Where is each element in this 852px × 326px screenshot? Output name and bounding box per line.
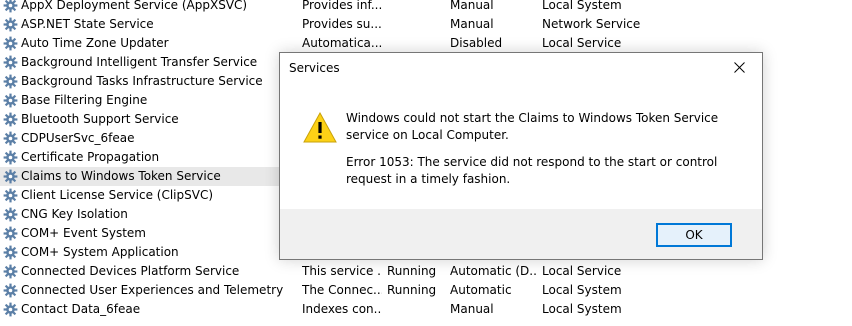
service-log-on-as: Local System	[542, 0, 622, 12]
gear-icon	[3, 74, 18, 89]
gear-icon	[3, 93, 18, 108]
service-description: Provides su...	[302, 17, 382, 31]
service-description: Provides inf...	[302, 0, 382, 12]
close-button[interactable]	[718, 53, 762, 84]
service-description: The Connec...	[302, 283, 382, 297]
service-status: Running	[387, 283, 437, 297]
service-startup-type: Manual	[450, 302, 494, 316]
service-name: Contact Data_6feae	[21, 302, 141, 316]
gear-icon	[3, 188, 18, 203]
service-log-on-as: Local System	[542, 283, 622, 297]
gear-icon	[3, 17, 18, 32]
service-name: Auto Time Zone Updater	[21, 36, 169, 50]
service-startup-type: Automatic	[450, 283, 512, 297]
service-row[interactable]: ASP.NET State Service Provides su... Manua…	[0, 15, 852, 34]
service-name: COM+ Event System	[21, 226, 146, 240]
service-row[interactable]: Connected Devices Platform Service This s…	[0, 262, 852, 281]
service-row[interactable]: Contact Data_6feae Indexes con... Manual Lo…	[0, 300, 852, 319]
gear-icon	[3, 36, 18, 51]
dialog-titlebar[interactable]: Services	[280, 53, 762, 84]
service-log-on-as: Local Service	[542, 36, 622, 50]
gear-icon	[3, 112, 18, 127]
gear-icon	[3, 55, 18, 70]
gear-icon	[3, 245, 18, 260]
service-name: Certificate Propagation	[21, 150, 160, 164]
service-startup-type: Manual	[450, 0, 494, 12]
service-log-on-as: Local Service	[542, 264, 622, 278]
service-name: Background Tasks Infrastructure Service	[21, 74, 263, 88]
service-name: Bluetooth Support Service	[21, 112, 179, 126]
service-description: Indexes con...	[302, 302, 382, 316]
service-name: COM+ System Application	[21, 245, 179, 259]
gear-icon	[3, 283, 18, 298]
gear-icon	[3, 226, 18, 241]
gear-icon	[3, 264, 18, 279]
service-name: Base Filtering Engine	[21, 93, 148, 107]
service-name: CDPUserSvc_6feae	[21, 131, 135, 145]
service-startup-type: Automatic (D...	[450, 264, 536, 278]
service-name: CNG Key Isolation	[21, 207, 128, 221]
gear-icon	[3, 207, 18, 222]
service-row[interactable]: Connected User Experiences and Telemetry…	[0, 281, 852, 300]
dialog-title: Services	[289, 61, 340, 75]
dialog-footer: OK	[280, 209, 762, 259]
warning-icon	[303, 112, 337, 143]
gear-icon	[3, 169, 18, 184]
service-log-on-as: Network Service	[542, 17, 641, 31]
gear-icon	[3, 0, 18, 13]
service-name: AppX Deployment Service (AppXSVC)	[21, 0, 248, 12]
service-name: Client License Service (ClipSVC)	[21, 188, 214, 202]
gear-icon	[3, 131, 18, 146]
dialog-error-text: Error 1053: The service did not respond …	[346, 155, 718, 186]
close-icon	[734, 62, 745, 73]
gear-icon	[3, 302, 18, 317]
service-log-on-as: Local System	[542, 302, 622, 316]
service-description: Automatica...	[302, 36, 382, 50]
service-name: Connected Devices Platform Service	[21, 264, 240, 278]
service-row[interactable]: AppX Deployment Service (AppXSVC) Provide…	[0, 0, 852, 15]
service-startup-type: Manual	[450, 17, 494, 31]
service-name: Connected User Experiences and Telemetry	[21, 283, 284, 297]
error-dialog: Services Windows could not start the Cla…	[279, 52, 763, 260]
service-row[interactable]: Auto Time Zone Updater Automatica... Disab…	[0, 34, 852, 53]
ok-button[interactable]: OK	[656, 223, 732, 247]
service-startup-type: Disabled	[450, 36, 503, 50]
service-name: Claims to Windows Token Service	[21, 169, 221, 183]
service-description: This service ...	[302, 264, 382, 278]
dialog-body: Windows could not start the Claims to Wi…	[280, 84, 762, 209]
gear-icon	[3, 150, 18, 165]
service-name: ASP.NET State Service	[21, 17, 154, 31]
service-name: Background Intelligent Transfer Service	[21, 55, 258, 69]
dialog-message: Windows could not start the Claims to Wi…	[346, 111, 719, 142]
service-status: Running	[387, 264, 437, 278]
